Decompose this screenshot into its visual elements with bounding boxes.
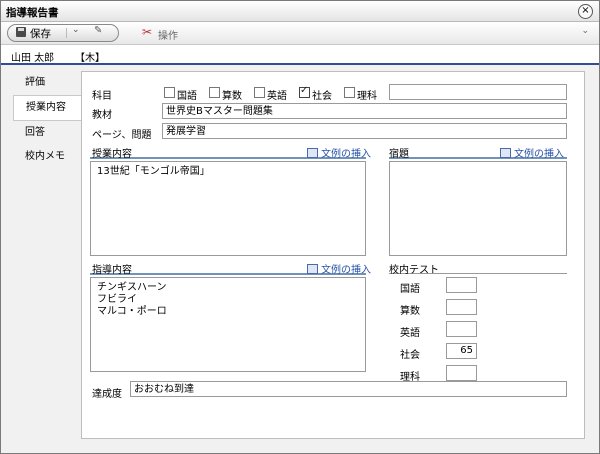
- sidebar-item-answers[interactable]: 回答: [13, 121, 81, 145]
- material-input[interactable]: 世界史Bマスター問題集: [162, 103, 567, 119]
- caret-down-icon[interactable]: ⌄: [72, 25, 80, 35]
- guidance-textarea[interactable]: チンギスハーン フビライ マルコ・ポーロ: [90, 277, 366, 372]
- subject-option-label: 社会: [312, 91, 332, 102]
- test-score-input[interactable]: [446, 365, 477, 381]
- student-bar: 山田 太郎 【木】: [1, 45, 599, 65]
- floppy-disk-icon: [16, 27, 26, 37]
- sidebar-nav: 評価 授業内容 回答 校内メモ: [13, 71, 82, 169]
- subject-option-label: 算数: [222, 91, 242, 102]
- toolbar-separator: [66, 28, 67, 38]
- chevron-down-icon[interactable]: ⌄: [581, 26, 589, 36]
- window-title: 指導報告書: [6, 7, 59, 19]
- test-subject-label: 社会: [400, 350, 420, 361]
- achievement-input[interactable]: おおむね到達: [130, 381, 567, 397]
- subject-checkbox-sansu[interactable]: [209, 87, 220, 98]
- subject-option-label: 国語: [177, 91, 197, 102]
- test-score-input[interactable]: [446, 277, 477, 293]
- operations-menu[interactable]: 操作: [158, 27, 178, 42]
- test-subject-label: 国語: [400, 284, 420, 295]
- lesson-label: 授業内容: [92, 149, 132, 160]
- test-subject-label: 英語: [400, 328, 420, 339]
- guidance-line: チンギスハーン: [97, 282, 167, 293]
- material-label: 教材: [92, 110, 112, 121]
- school-test-label: 校内テスト: [389, 265, 439, 276]
- student-name: 山田 太郎: [11, 53, 55, 64]
- lesson-day: 【木】: [75, 53, 105, 64]
- guidance-section-header: 指導内容 文例の挿入: [90, 261, 371, 276]
- subject-checkbox-shakai[interactable]: [299, 85, 310, 98]
- form-panel: 科目 国語 算数 英語 社会 理科 教材 世界史Bマスター問題集 ページ、問題 …: [81, 71, 585, 439]
- subject-label: 科目: [92, 91, 112, 102]
- sidebar-item-evaluation[interactable]: 評価: [13, 71, 81, 95]
- test-score-input[interactable]: [446, 321, 477, 337]
- subject-other-input[interactable]: [389, 84, 567, 100]
- guidance-insert-template-link[interactable]: 文例の挿入: [307, 261, 371, 276]
- insert-template-label: 文例の挿入: [321, 149, 371, 160]
- page-input[interactable]: 発展学習: [162, 123, 567, 139]
- subject-option-label: 理科: [357, 91, 377, 102]
- save-button[interactable]: 保存 ⌄ ✎: [7, 24, 119, 42]
- test-score-input[interactable]: 65: [446, 343, 477, 359]
- homework-insert-template-link[interactable]: 文例の挿入: [500, 145, 564, 160]
- test-subject-label: 算数: [400, 306, 420, 317]
- sidebar-item-school-memo[interactable]: 校内メモ: [13, 145, 81, 169]
- subject-checkbox-eigo[interactable]: [254, 87, 265, 98]
- school-test-section-header: 校内テスト: [389, 261, 567, 276]
- title-bar: 指導報告書 ×: [1, 1, 599, 22]
- test-score-input[interactable]: [446, 299, 477, 315]
- insert-template-icon: [307, 264, 318, 274]
- sidebar-item-lesson-content[interactable]: 授業内容: [13, 95, 82, 121]
- subject-checkbox-rika[interactable]: [344, 87, 355, 98]
- tools-icon[interactable]: ✂: [142, 25, 152, 39]
- lesson-insert-template-link[interactable]: 文例の挿入: [307, 145, 371, 160]
- toolbar: 保存 ⌄ ✎ ✂ 操作 ⌄: [1, 22, 599, 45]
- guidance-line: マルコ・ポーロ: [97, 306, 167, 317]
- lesson-section-header: 授業内容 文例の挿入: [90, 145, 371, 160]
- insert-template-label: 文例の挿入: [321, 265, 371, 276]
- guidance-line: フビライ: [97, 294, 137, 305]
- achievement-label: 達成度: [92, 389, 122, 400]
- lesson-textarea[interactable]: 13世紀「モンゴル帝国」: [90, 161, 366, 256]
- report-window: 指導報告書 × 保存 ⌄ ✎ ✂ 操作 ⌄ 山田 太郎 【木】 評価 授業内容 …: [0, 0, 600, 454]
- page-label: ページ、問題: [92, 130, 152, 141]
- homework-textarea[interactable]: [389, 161, 567, 256]
- subject-checkbox-kokugo[interactable]: [164, 87, 175, 98]
- homework-label: 宿題: [389, 149, 409, 160]
- pen-icon[interactable]: ✎: [94, 25, 102, 36]
- subject-option-label: 英語: [267, 91, 287, 102]
- homework-section-header: 宿題 文例の挿入: [389, 145, 567, 160]
- guidance-label: 指導内容: [92, 265, 132, 276]
- insert-template-icon: [500, 148, 511, 158]
- insert-template-label: 文例の挿入: [514, 149, 564, 160]
- close-icon[interactable]: ×: [578, 4, 593, 19]
- insert-template-icon: [307, 148, 318, 158]
- save-label: 保存: [30, 28, 51, 40]
